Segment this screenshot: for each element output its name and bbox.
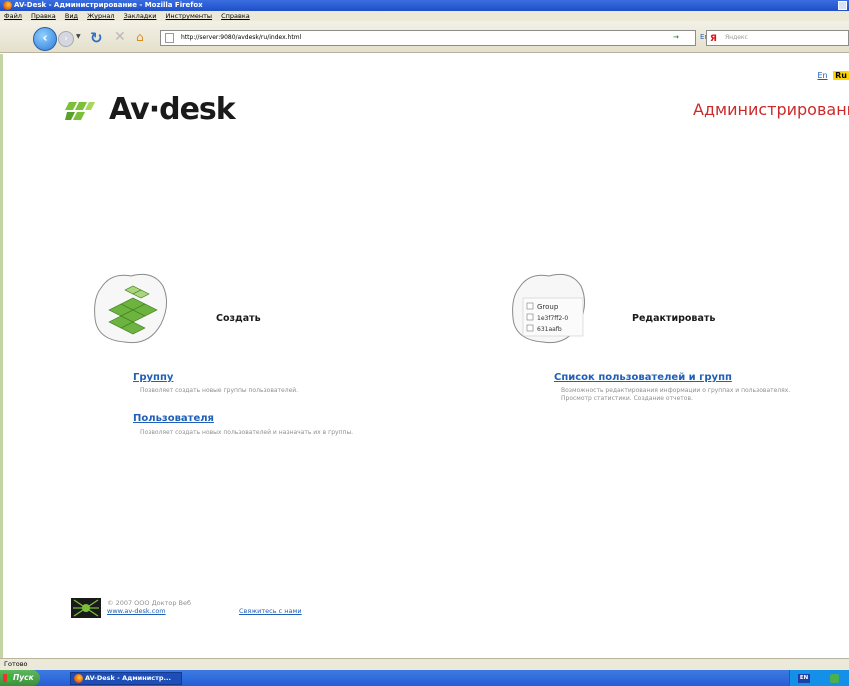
go-arrow-icon[interactable]: →	[673, 33, 679, 41]
history-dropdown-icon[interactable]: ▼	[76, 33, 81, 40]
menu-edit[interactable]: Правка	[31, 12, 56, 20]
window-title-bar: AV-Desk - Администрирование - Mozilla Fi…	[0, 0, 849, 11]
status-bar: Готово	[0, 658, 849, 670]
users-groups-list-description: Возможность редактирования информации о …	[561, 387, 791, 402]
users-groups-list-link[interactable]: Список пользователей и групп	[554, 372, 732, 383]
menu-bar: Файл Правка Вид Журнал Закладки Инструме…	[0, 11, 849, 21]
firefox-icon	[74, 674, 83, 683]
site-link[interactable]: www.av-desk.com	[107, 607, 191, 615]
forward-button[interactable]: ›	[58, 31, 74, 47]
create-user-link[interactable]: Пользователя	[133, 413, 214, 424]
menu-help[interactable]: Справка	[221, 12, 250, 20]
language-links: En Ru	[817, 71, 849, 80]
edit-icon-row-2: 1e3f7ff2-0	[537, 315, 568, 322]
url-text: http://server:9080/avdesk/ru/index.html	[181, 34, 302, 41]
firefox-icon	[3, 1, 12, 10]
navigation-toolbar: ‹ › ▼ ↻ ✕ ⌂ http://server:9080/avdesk/ru…	[0, 21, 849, 53]
tray-app-icon[interactable]	[830, 674, 839, 683]
create-cubes-icon	[94, 273, 167, 344]
menu-file[interactable]: Файл	[4, 12, 22, 20]
logo-mark-icon	[65, 102, 95, 120]
back-button[interactable]: ‹	[33, 27, 57, 51]
menu-history[interactable]: Журнал	[87, 12, 114, 20]
home-icon[interactable]: ⌂	[136, 30, 144, 44]
edit-icon-row-1: Group	[537, 303, 559, 311]
search-placeholder: Яндекс	[725, 34, 748, 41]
edit-icon-row-3: 631aafb	[537, 326, 562, 333]
footer-copyright: © 2007 ООО Доктор Веб www.av-desk.com	[107, 599, 191, 615]
menu-tools[interactable]: Инструменты	[166, 12, 213, 20]
edit-list-icon: Group 1e3f7ff2-0 631aafb	[512, 273, 585, 344]
menu-bookmarks[interactable]: Закладки	[124, 12, 157, 20]
lang-en-link[interactable]: En	[817, 71, 827, 80]
reload-icon[interactable]: ↻	[90, 29, 103, 47]
copyright-text: © 2007 ООО Доктор Веб	[107, 599, 191, 607]
page-title: Администрирование	[693, 100, 849, 119]
create-heading: Создать	[216, 313, 261, 324]
taskbar-item-label: AV-Desk - Администр...	[85, 674, 171, 682]
start-button[interactable]: Пуск	[0, 670, 40, 686]
keyboard-language-indicator[interactable]: EN	[798, 674, 810, 683]
start-label: Пуск	[13, 673, 34, 682]
page-icon	[165, 33, 174, 43]
minimize-button[interactable]	[838, 1, 847, 10]
system-tray: EN	[789, 670, 849, 686]
address-bar[interactable]: http://server:9080/avdesk/ru/index.html	[160, 30, 696, 46]
create-user-description: Позволяет создать новых пользователей и …	[140, 429, 354, 436]
drweb-spider-logo-icon	[71, 598, 101, 618]
create-group-description: Позволяет создать новые группы пользоват…	[140, 387, 299, 394]
page-content: En Ru Av·desk Администрирование Создать	[0, 54, 849, 658]
yandex-icon: Я	[710, 34, 717, 44]
windows-flag-icon	[3, 674, 11, 682]
edit-heading: Редактировать	[632, 313, 716, 324]
search-input[interactable]: Я Яндекс	[706, 30, 849, 46]
menu-view[interactable]: Вид	[65, 12, 78, 20]
status-text: Готово	[4, 660, 28, 668]
window-title: AV-Desk - Администрирование - Mozilla Fi…	[14, 1, 203, 9]
taskbar-item-firefox[interactable]: AV-Desk - Администр...	[70, 672, 182, 685]
lang-ru-link[interactable]: Ru	[833, 71, 849, 80]
contact-us-link[interactable]: Свяжитесь с нами	[239, 607, 302, 615]
windows-taskbar: Пуск AV-Desk - Администр... EN	[0, 670, 849, 686]
stop-icon[interactable]: ✕	[114, 29, 126, 45]
create-group-link[interactable]: Группу	[133, 372, 173, 383]
logo-text: Av·desk	[109, 92, 236, 127]
